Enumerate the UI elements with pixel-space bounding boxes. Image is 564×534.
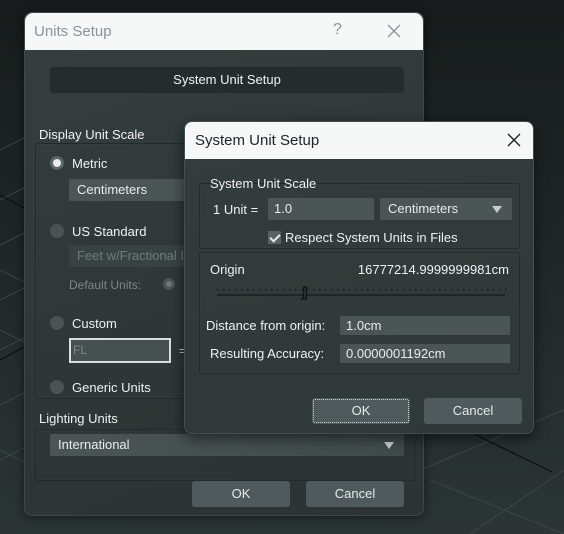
slider-tick [499,289,501,291]
slider-tick [235,289,237,291]
unit-type-dropdown[interactable]: Centimeters [380,198,512,220]
slider-tick [469,289,471,291]
slider-tick [451,289,453,291]
slider-tick [487,289,489,291]
unit-type-value: Centimeters [388,201,459,216]
cancel-button[interactable]: Cancel [424,398,522,424]
slider-tick [361,289,363,291]
system-unit-setup-titlebar[interactable]: System Unit Setup [185,122,533,159]
custom-unit-input[interactable]: FL [69,338,171,363]
slider-tick [277,289,279,291]
us-standard-dropdown[interactable]: Feet w/Fractional I [69,245,189,267]
generic-units-label[interactable]: Generic Units [72,380,151,395]
slider-tick [229,289,231,291]
slider-tick [289,289,291,291]
units-setup-title: Units Setup [34,23,112,40]
us-standard-value: Feet w/Fractional I [77,248,184,263]
slider-tick [415,289,417,291]
slider-tick [319,289,321,291]
units-setup-titlebar[interactable]: Units Setup ? [25,13,423,50]
slider-tick [481,289,483,291]
custom-label[interactable]: Custom [72,316,117,331]
resulting-accuracy-value: 0.0000001192cm [340,344,510,363]
slider-tick [391,289,393,291]
ok-button[interactable]: OK [192,481,290,507]
slider-tick [457,289,459,291]
us-standard-radio[interactable] [50,224,64,238]
chevron-down-icon [384,442,394,449]
slider-tick [301,289,303,291]
slider-tick [463,289,465,291]
slider-tick [283,289,285,291]
close-icon[interactable] [507,133,521,147]
default-units-label: Default Units: [69,278,142,292]
origin-label: Origin [210,262,245,277]
slider-tick [337,289,339,291]
custom-radio[interactable] [50,316,64,330]
slider-thumb[interactable] [300,286,307,300]
slider-tick [409,289,411,291]
slider-tick [295,289,297,291]
origin-value: 16777214.9999999981cm [357,262,509,277]
slider-tick [247,289,249,291]
slider-tick [343,289,345,291]
system-unit-setup-button[interactable]: System Unit Setup [50,67,404,93]
slider-tick [259,289,261,291]
slider-tick [223,289,225,291]
close-icon[interactable] [387,24,401,38]
default-units-radio[interactable] [163,278,175,290]
respect-system-units-label[interactable]: Respect System Units in Files [285,230,458,245]
origin-slider[interactable] [215,286,507,302]
system-unit-setup-title: System Unit Setup [195,132,320,149]
respect-system-units-checkbox[interactable] [268,231,281,244]
ok-button[interactable]: OK [312,398,410,424]
chevron-down-icon [492,206,502,213]
slider-tick [373,289,375,291]
distance-from-origin-label: Distance from origin: [206,318,326,333]
slider-tick [271,289,273,291]
slider-tick [427,289,429,291]
us-standard-label[interactable]: US Standard [72,224,146,239]
slider-tick [397,289,399,291]
slider-tick [241,289,243,291]
display-unit-scale-label: Display Unit Scale [39,127,145,142]
metric-units-value: Centimeters [77,182,148,197]
generic-units-radio[interactable] [50,380,64,394]
help-button[interactable]: ? [333,21,342,39]
system-unit-setup-dialog: System Unit Setup System Unit Scale 1 Un… [184,121,534,434]
slider-tick [493,289,495,291]
slider-tick [439,289,441,291]
slider-tick [313,289,315,291]
slider-tick [505,289,507,291]
slider-tick [403,289,405,291]
slider-tick [265,289,267,291]
cancel-button[interactable]: Cancel [306,481,404,507]
lighting-units-label: Lighting Units [39,411,118,426]
slider-tick [367,289,369,291]
lighting-units-dropdown[interactable]: International [50,434,404,456]
slider-tick [331,289,333,291]
unit-value-input[interactable]: 1.0 [268,198,374,220]
slider-tick [307,289,309,291]
system-unit-scale-label: System Unit Scale [210,176,317,191]
slider-tick [379,289,381,291]
slider-tick [445,289,447,291]
slider-tick [253,289,255,291]
slider-tick [325,289,327,291]
slider-tick [385,289,387,291]
slider-tick [475,289,477,291]
slider-tick [355,289,357,291]
slider-tick [433,289,435,291]
slider-tick [217,289,219,291]
slider-tick [349,289,351,291]
resulting-accuracy-label: Resulting Accuracy: [210,346,325,361]
metric-units-dropdown[interactable]: Centimeters [69,179,189,201]
metric-label[interactable]: Metric [72,156,107,171]
slider-tick [421,289,423,291]
metric-radio[interactable] [50,156,64,170]
lighting-units-value: International [58,437,130,452]
distance-from-origin-input[interactable]: 1.0cm [340,316,510,335]
one-unit-label: 1 Unit = [213,202,259,217]
